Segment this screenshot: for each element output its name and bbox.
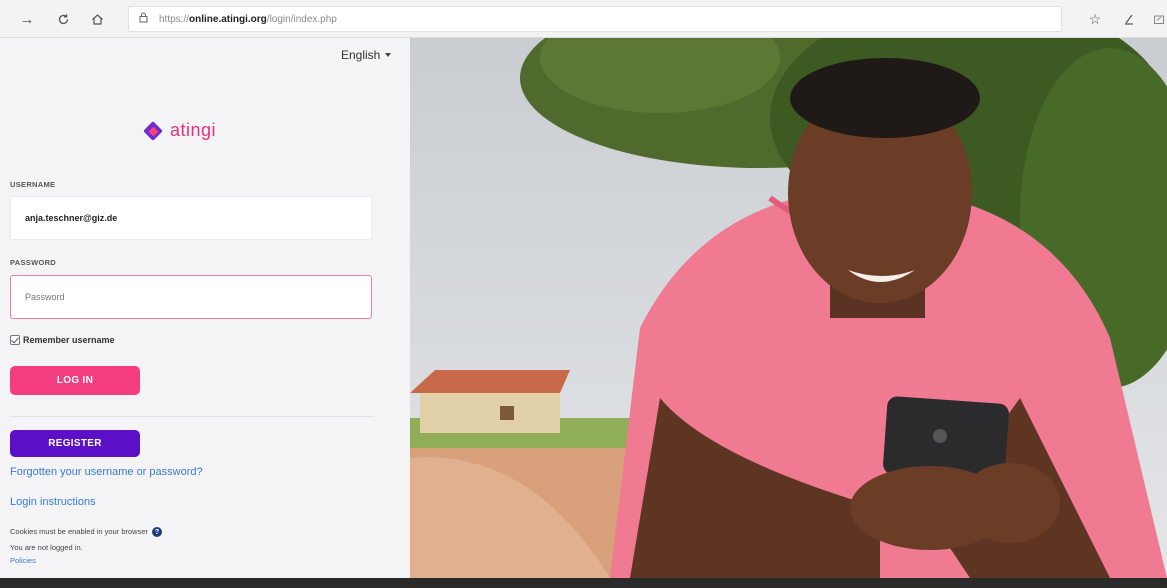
forward-icon[interactable]: → [16,8,38,30]
diamond-logo-icon [143,120,163,141]
hero-photo [410,38,1167,578]
share-icon[interactable] [1148,8,1167,30]
policies-link[interactable]: Policies [10,556,36,565]
login-panel: English atingi USERNAME anja.teschner@gi… [0,38,410,578]
url-protocol: https:// [159,13,190,25]
cookies-text: Cookies must be enabled in your browser [10,527,148,536]
url-host: online.atingi.org [189,13,267,25]
login-button[interactable]: LOG IN [10,366,140,395]
language-label: English [341,48,381,62]
home-icon[interactable] [86,8,108,30]
lock-icon [139,12,153,26]
username-label: USERNAME [10,180,56,189]
favorite-star-icon[interactable]: ☆ [1084,8,1106,30]
remember-username[interactable]: Remember username [10,335,115,345]
password-input[interactable]: Password [10,275,372,319]
caret-down-icon [385,53,392,57]
remember-checkbox[interactable] [10,335,20,345]
login-instructions-link[interactable]: Login instructions [10,496,96,508]
browser-toolbar: → https://online.atingi.org/login/index.… [0,0,1167,38]
username-input[interactable]: anja.teschner@giz.de [10,196,372,240]
url-path: /login/index.php [266,13,337,25]
language-selector[interactable]: English [341,48,392,62]
not-logged-in-text: You are not logged in. [10,543,83,552]
register-button[interactable]: REGISTER [10,430,140,457]
atingi-logo: atingi [143,120,216,141]
cookies-notice: Cookies must be enabled in your browser? [10,527,162,538]
logo-text: atingi [170,120,217,140]
refresh-icon[interactable] [52,8,74,30]
forgot-password-link[interactable]: Forgotten your username or password? [10,466,203,478]
divider [10,416,374,417]
address-bar[interactable]: https://online.atingi.org/login/index.ph… [128,6,1062,32]
hero-photo-illustration [410,38,1167,578]
pen-icon[interactable] [1118,8,1140,30]
help-icon[interactable]: ? [152,527,162,538]
remember-label: Remember username [23,335,115,345]
password-label: PASSWORD [10,258,57,267]
footer-bar [0,578,1167,588]
